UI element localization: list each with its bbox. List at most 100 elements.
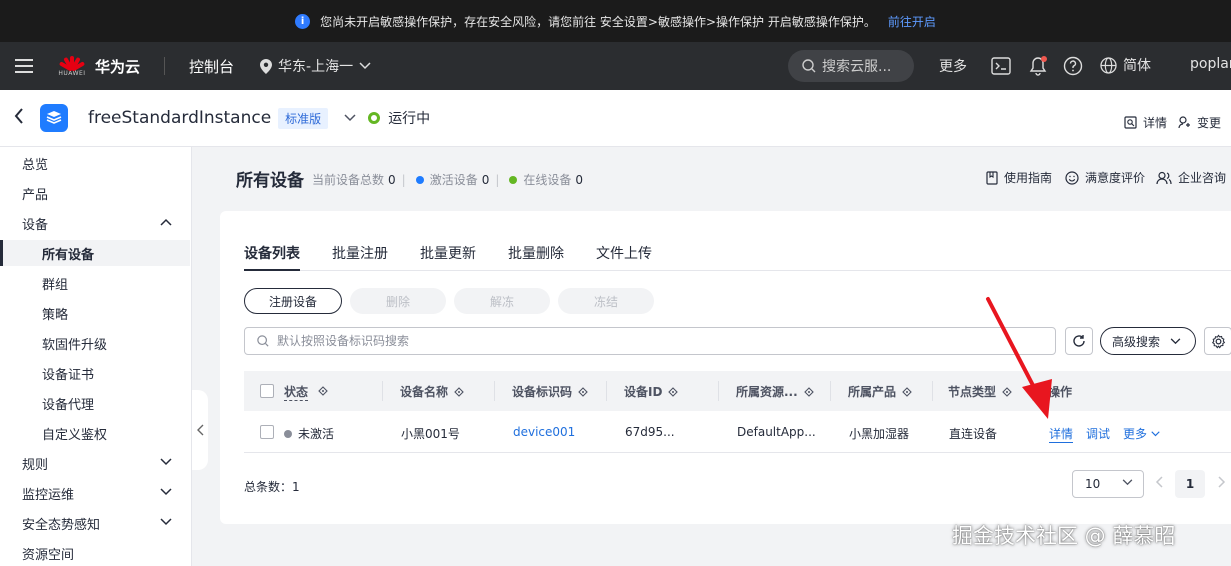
online-devices-label: 在线设备 <box>523 173 572 187</box>
refresh-button[interactable] <box>1065 327 1093 355</box>
device-search-input[interactable] <box>277 334 1055 348</box>
sidebar-item-label: 资源空间 <box>22 547 75 563</box>
total-count: 总条数：1 <box>244 480 300 494</box>
tab-batch-register[interactable]: 批量注册 <box>332 243 388 271</box>
freeze-button[interactable]: 冻结 <box>558 288 654 314</box>
unfreeze-button[interactable]: 解冻 <box>454 288 550 314</box>
delete-button[interactable]: 删除 <box>350 288 446 314</box>
stats-separator: | <box>495 172 500 187</box>
sidebar-item-groups[interactable]: 群组 <box>0 270 190 296</box>
device-stats: 当前设备总数 0 | 激活设备 0 | 在线设备 0 <box>312 171 583 188</box>
help-icon[interactable] <box>1062 55 1084 77</box>
instance-details-button[interactable]: 详情 <box>1124 114 1167 131</box>
column-device-identifier[interactable]: 设备标识码 <box>512 383 588 400</box>
sidebar-item-custom-auth[interactable]: 自定义鉴权 <box>0 420 190 446</box>
instance-change-button[interactable]: 变更 <box>1178 114 1221 131</box>
sidebar-item-label: 策略 <box>42 307 69 323</box>
column-status[interactable]: 状态 <box>284 383 309 401</box>
info-icon: i <box>295 13 311 29</box>
column-resource-space[interactable]: 所属资源... <box>736 383 814 400</box>
active-devices-count: 0 <box>481 172 490 187</box>
sidebar-item-label: 安全态势感知 <box>22 517 101 533</box>
sidebar-item-rules[interactable]: 规则 <box>0 450 190 476</box>
language-label: 简体 <box>1123 58 1151 74</box>
column-label: 设备ID <box>624 385 663 399</box>
total-devices-label: 当前设备总数 <box>312 173 385 187</box>
advanced-search-label: 高级搜索 <box>1112 334 1161 349</box>
bell-icon[interactable] <box>1027 55 1049 77</box>
column-filter-icon <box>902 386 912 397</box>
column-divider <box>718 381 719 401</box>
gear-icon <box>1211 334 1225 348</box>
device-details-link[interactable]: 详情 <box>1049 425 1074 443</box>
user-account[interactable]: poplar <box>1190 56 1231 72</box>
instance-status: 运行中 <box>368 108 430 128</box>
watermark: 掘金技术社区 @ 薛慕昭 <box>952 524 1176 548</box>
tab-batch-update[interactable]: 批量更新 <box>420 243 476 271</box>
sidebar-item-resource-space[interactable]: 资源空间 <box>0 540 190 566</box>
enterprise-consult-button[interactable]: 企业咨询 <box>1156 169 1226 186</box>
column-filter-icon <box>668 386 679 397</box>
sidebar-item-device-certificates[interactable]: 设备证书 <box>0 360 190 386</box>
sidebar-item-monitoring[interactable]: 监控运维 <box>0 480 190 506</box>
device-identifier-link[interactable]: device001 <box>513 425 575 439</box>
tab-file-upload[interactable]: 文件上传 <box>596 243 652 271</box>
region-selector[interactable]: 华东-上海一 <box>260 56 371 76</box>
sidebar-item-label: 自定义鉴权 <box>42 427 108 443</box>
sidebar: 总览 产品 设备 所有设备 群组 策略 软固件升级 设备证书 设备代理 自定义鉴… <box>0 147 192 566</box>
device-table-header: 状态 设备名称 设备标识码 设备ID 所属资源... 所属产品 节点类型 操作 <box>244 371 1231 411</box>
sidebar-item-devices[interactable]: 设备 <box>0 210 190 236</box>
sidebar-collapse-handle[interactable] <box>192 390 208 470</box>
column-filter-icon[interactable] <box>318 386 328 396</box>
hamburger-menu-icon[interactable] <box>15 59 33 73</box>
tab-device-list[interactable]: 设备列表 <box>244 243 300 271</box>
column-device-name[interactable]: 设备名称 <box>400 383 464 400</box>
sidebar-item-products[interactable]: 产品 <box>0 180 190 206</box>
row-checkbox[interactable] <box>260 425 274 439</box>
tab-batch-delete[interactable]: 批量删除 <box>508 243 564 271</box>
next-page-icon[interactable] <box>1218 476 1226 488</box>
edition-badge: 标准版 <box>278 107 329 129</box>
sidebar-item-all-devices[interactable]: 所有设备 <box>0 240 190 266</box>
console-link[interactable]: 控制台 <box>189 56 234 77</box>
advanced-search-dropdown[interactable]: 高级搜索 <box>1100 327 1196 355</box>
table-settings-button[interactable] <box>1204 327 1231 355</box>
instance-switch-chevron-icon[interactable] <box>344 111 356 126</box>
device-debug-link[interactable]: 调试 <box>1086 425 1110 442</box>
satisfaction-rating-button[interactable]: 满意度评价 <box>1065 169 1145 186</box>
sidebar-item-security-awareness[interactable]: 安全态势感知 <box>0 510 190 536</box>
refresh-icon <box>1073 335 1085 347</box>
column-device-id[interactable]: 设备ID <box>624 383 679 400</box>
language-selector[interactable]: 简体 <box>1100 55 1151 75</box>
page-size-select[interactable]: 10 <box>1072 470 1144 498</box>
sidebar-item-label: 设备代理 <box>42 397 95 413</box>
security-notice-banner: i 您尚未开启敏感操作保护，存在安全风险，请您前往 安全设置>敏感操作>操作保护… <box>0 0 1231 42</box>
select-all-checkbox[interactable] <box>260 384 274 398</box>
register-device-button[interactable]: 注册设备 <box>244 288 342 314</box>
column-divider <box>932 381 933 401</box>
sidebar-item-label: 规则 <box>22 457 49 473</box>
sidebar-item-policies[interactable]: 策略 <box>0 300 190 326</box>
terminal-icon[interactable] <box>990 55 1012 77</box>
table-row: 未激活 小黑001号 device001 67d95... DefaultApp… <box>244 411 1231 453</box>
nav-divider <box>164 57 166 75</box>
nav-more-link[interactable]: 更多 <box>939 56 967 76</box>
search-icon <box>802 59 816 73</box>
current-page[interactable]: 1 <box>1175 470 1205 498</box>
chevron-down-icon <box>160 488 172 496</box>
sidebar-item-device-proxy[interactable]: 设备代理 <box>0 390 190 416</box>
sidebar-item-firmware-upgrade[interactable]: 软固件升级 <box>0 330 190 356</box>
previous-page-icon[interactable] <box>1155 476 1163 488</box>
back-arrow-icon[interactable] <box>14 107 24 129</box>
device-more-dropdown[interactable]: 更多 <box>1123 425 1160 442</box>
banner-message: 您尚未开启敏感操作保护，存在安全风险，请您前往 安全设置>敏感操作>操作保护 开… <box>320 14 876 29</box>
device-search-box <box>244 327 1056 355</box>
satisfaction-rating-label: 满意度评价 <box>1085 171 1146 185</box>
user-guide-button[interactable]: 使用指南 <box>986 169 1052 186</box>
active-dot-icon <box>415 175 424 184</box>
column-product[interactable]: 所属产品 <box>848 383 912 400</box>
huawei-logo[interactable]: HUAWEI 华为云 <box>58 52 140 80</box>
sidebar-item-overview[interactable]: 总览 <box>0 150 190 176</box>
global-search-input[interactable]: 搜索云服... <box>788 50 914 82</box>
enable-protection-link[interactable]: 前往开启 <box>888 13 936 30</box>
